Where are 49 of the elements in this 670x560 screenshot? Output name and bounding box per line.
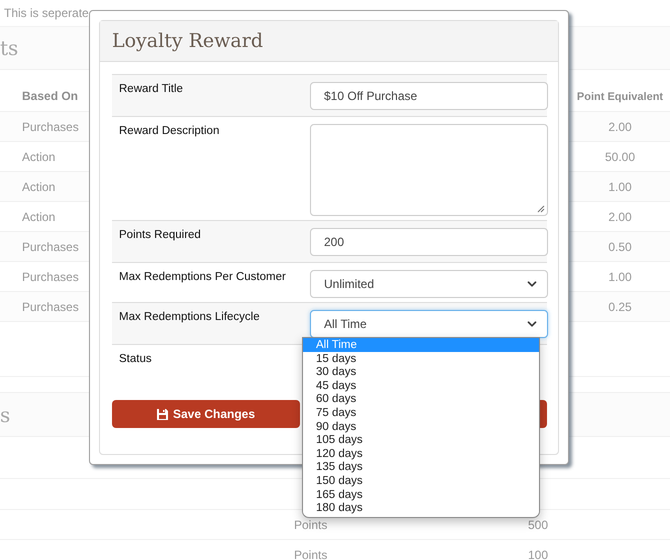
dropdown-option[interactable]: 120 days — [303, 446, 539, 460]
save-button[interactable]: Save Changes — [112, 400, 300, 428]
table-cell: Purchases — [22, 120, 79, 134]
table-cell: Points — [294, 548, 328, 560]
modal-title: Loyalty Reward — [112, 30, 263, 52]
dropdown-option[interactable]: 180 days — [303, 501, 539, 515]
text-field[interactable]: 200 — [310, 228, 548, 256]
table-cell: Action — [22, 150, 56, 164]
table-cell-text: 0.50 — [607, 240, 633, 254]
table-cell: Purchases — [22, 240, 79, 254]
dropdown-option[interactable]: 135 days — [303, 460, 539, 474]
table-cell: 500 — [528, 518, 548, 532]
select-field[interactable]: All Time — [310, 310, 548, 338]
dropdown-option[interactable]: 45 days — [303, 378, 539, 392]
table-cell: 100 — [528, 548, 548, 560]
dropdown-option[interactable]: 30 days — [303, 365, 539, 379]
column-header: Point Equivalent — [576, 91, 664, 103]
resize-grip-icon — [537, 205, 545, 213]
section-title: ts — [0, 36, 18, 60]
text-field[interactable]: $10 Off Purchase — [310, 82, 548, 110]
field-label: Max Redemptions Lifecycle — [119, 310, 261, 323]
field-label: Max Redemptions Per Customer — [119, 270, 287, 283]
select-field[interactable]: Unlimited — [310, 270, 548, 298]
field-label: Reward Title — [119, 82, 184, 95]
table-cell-text: 1.00 — [607, 180, 633, 194]
table-cell: Action — [22, 210, 56, 224]
table-cell: Purchases — [22, 270, 79, 284]
section-title: s — [0, 402, 10, 426]
table-cell-text: 0.25 — [607, 300, 633, 314]
dropdown-option[interactable]: 105 days — [303, 433, 539, 447]
field-label: Reward Description — [119, 124, 220, 137]
dropdown-option[interactable]: 90 days — [303, 420, 539, 434]
table-cell: Action — [22, 180, 56, 194]
column-header: Based On — [22, 89, 78, 103]
field-label: Status — [119, 352, 153, 365]
table-cell-text: 50.00 — [604, 150, 636, 164]
dropdown-option[interactable]: 75 days — [303, 406, 539, 420]
note-text: This is seperate — [4, 6, 89, 20]
dropdown-option[interactable]: 60 days — [303, 392, 539, 406]
table-cell-text: 2.00 — [607, 210, 633, 224]
table-cell: Points — [294, 518, 328, 532]
dropdown-option[interactable]: 15 days — [303, 352, 539, 366]
dropdown-option[interactable]: 150 days — [303, 474, 539, 488]
table-cell: Purchases — [22, 300, 79, 314]
text-area[interactable] — [310, 124, 548, 216]
table-cell-text: 2.00 — [607, 120, 633, 134]
field-label: Points Required — [119, 228, 202, 241]
dropdown-option[interactable]: 165 days — [303, 488, 539, 502]
table-cell-text: 1.00 — [607, 270, 633, 284]
